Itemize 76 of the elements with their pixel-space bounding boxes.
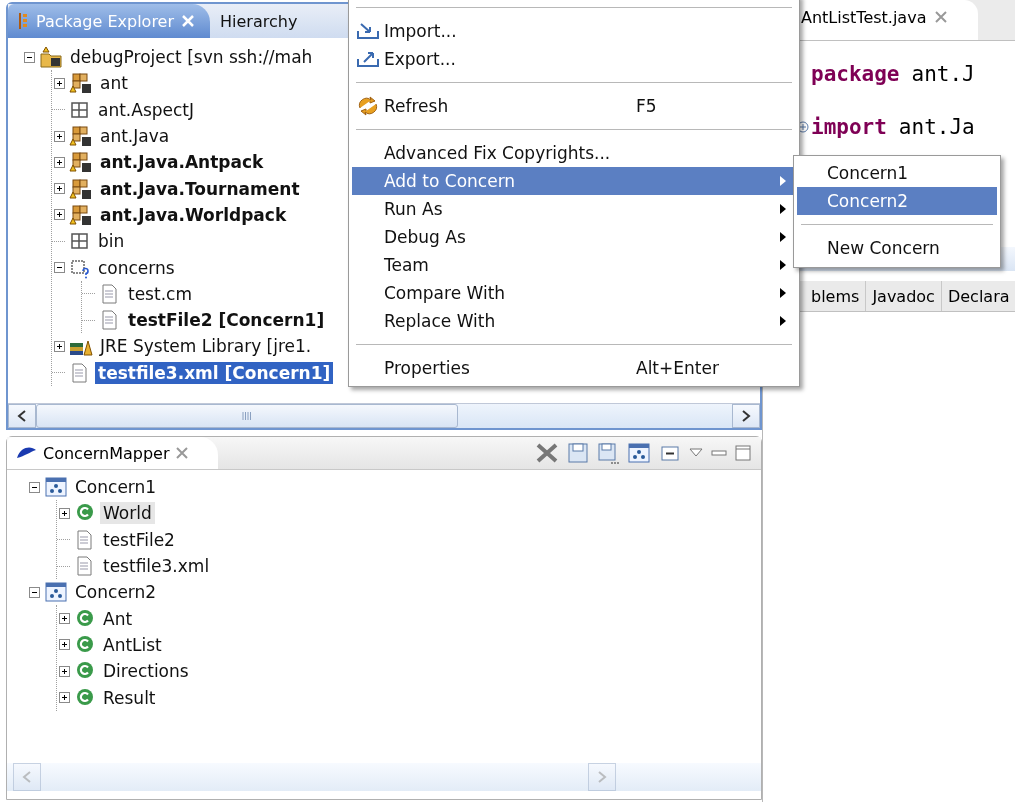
tree-item[interactable]: Concern2 bbox=[72, 581, 160, 604]
menu-item[interactable]: Concern1 bbox=[797, 159, 997, 187]
concern-icon bbox=[44, 581, 68, 604]
project-folder-icon bbox=[39, 46, 63, 69]
tree-item[interactable]: ant.AspectJ bbox=[95, 98, 198, 121]
view-menu-icon[interactable] bbox=[689, 448, 703, 458]
menu-item[interactable]: Export... bbox=[352, 45, 796, 73]
save-as-icon[interactable] bbox=[597, 442, 619, 464]
menu-item[interactable]: Compare With bbox=[352, 279, 796, 307]
horizontal-scrollbar[interactable] bbox=[8, 403, 760, 428]
view-tab[interactable]: Declara bbox=[941, 281, 1015, 311]
tree-item[interactable]: AntList bbox=[100, 633, 165, 656]
menu-item[interactable]: Replace With bbox=[352, 307, 796, 335]
grip-icon bbox=[242, 412, 252, 420]
expand-toggle[interactable] bbox=[54, 209, 65, 221]
expand-toggle[interactable] bbox=[59, 613, 70, 625]
menu-item[interactable]: Advanced Fix Copyrights... bbox=[352, 139, 796, 167]
tree-item[interactable]: JRE System Library [jre1. bbox=[97, 335, 315, 358]
code-line: package ant.J bbox=[811, 60, 976, 88]
menu-item[interactable]: Refresh F5 bbox=[352, 92, 796, 120]
tree-item[interactable]: concerns bbox=[95, 256, 178, 279]
expand-toggle[interactable] bbox=[59, 507, 70, 519]
tree-item[interactable]: testfile3.xml bbox=[100, 555, 213, 578]
maximize-icon[interactable] bbox=[735, 445, 751, 461]
tree-item[interactable]: ant.Java bbox=[97, 125, 173, 148]
expand-toggle[interactable] bbox=[59, 692, 70, 703]
tree-item[interactable]: Directions bbox=[100, 660, 192, 683]
concern-icon bbox=[44, 476, 68, 499]
package-icon bbox=[69, 203, 93, 226]
menu-item[interactable]: Properties Alt+Enter bbox=[352, 354, 796, 382]
tree-item[interactable]: Ant bbox=[100, 607, 136, 630]
tree-item[interactable]: World bbox=[100, 502, 155, 525]
tree-item[interactable]: testFile2 bbox=[100, 528, 178, 551]
close-icon[interactable] bbox=[934, 10, 949, 24]
collapse-toggle[interactable] bbox=[54, 262, 65, 273]
package-icon bbox=[69, 72, 93, 95]
view-tab[interactable]: Javadoc bbox=[866, 281, 942, 311]
collapse-toggle[interactable] bbox=[29, 481, 40, 493]
expand-toggle[interactable] bbox=[54, 340, 65, 352]
menu-item[interactable]: Team bbox=[352, 251, 796, 279]
close-icon[interactable] bbox=[175, 447, 188, 459]
collapse-toggle[interactable] bbox=[24, 51, 35, 63]
tree-item[interactable]: testfile3.xml [Concern1] bbox=[95, 361, 334, 384]
tree-item[interactable]: ant.Java.Worldpack bbox=[97, 203, 290, 226]
remove-icon[interactable] bbox=[535, 442, 559, 464]
expand-toggle[interactable] bbox=[54, 130, 65, 142]
tree-item[interactable]: debugProject [svn ssh://mah bbox=[67, 46, 316, 69]
expand-toggle[interactable] bbox=[59, 665, 70, 677]
tree-item[interactable]: Result bbox=[100, 686, 159, 709]
package-icon bbox=[69, 177, 93, 200]
minimize-icon[interactable] bbox=[711, 448, 727, 458]
tree-item[interactable]: ant.Java.Antpack bbox=[97, 151, 267, 174]
view-tab[interactable]: Hierarchy bbox=[210, 4, 314, 38]
tree-item[interactable]: bin bbox=[95, 230, 128, 253]
expand-toggle[interactable] bbox=[54, 183, 65, 195]
save-icon[interactable] bbox=[567, 442, 589, 464]
package-icon bbox=[69, 125, 93, 148]
menu-item[interactable]: Add to Concern bbox=[352, 167, 796, 195]
tree-item[interactable]: test.cm bbox=[125, 282, 195, 305]
tree-item[interactable]: ant bbox=[97, 72, 131, 95]
package-icon bbox=[69, 151, 93, 174]
tree-item[interactable]: testFile2 [Concern1] bbox=[125, 309, 328, 332]
menu-item[interactable]: Run As bbox=[352, 195, 796, 223]
tree-item[interactable]: ant.Java.Tournament bbox=[97, 177, 303, 200]
collapse-toggle[interactable] bbox=[29, 586, 40, 598]
tree-item[interactable]: Concern1 bbox=[72, 476, 160, 499]
expand-toggle[interactable] bbox=[54, 77, 65, 89]
package-icon bbox=[18, 12, 28, 30]
menu-item[interactable]: Concern2 bbox=[797, 187, 997, 215]
view-tab[interactable]: blems bbox=[805, 281, 867, 311]
view-tab[interactable]: ConcernMapper bbox=[7, 437, 218, 469]
menu-item[interactable]: New Concern bbox=[797, 234, 997, 262]
expand-toggle[interactable] bbox=[54, 156, 65, 168]
concern-icon[interactable] bbox=[627, 442, 651, 464]
expand-toggle[interactable] bbox=[59, 639, 70, 651]
menu-item[interactable]: Debug As bbox=[352, 223, 796, 251]
